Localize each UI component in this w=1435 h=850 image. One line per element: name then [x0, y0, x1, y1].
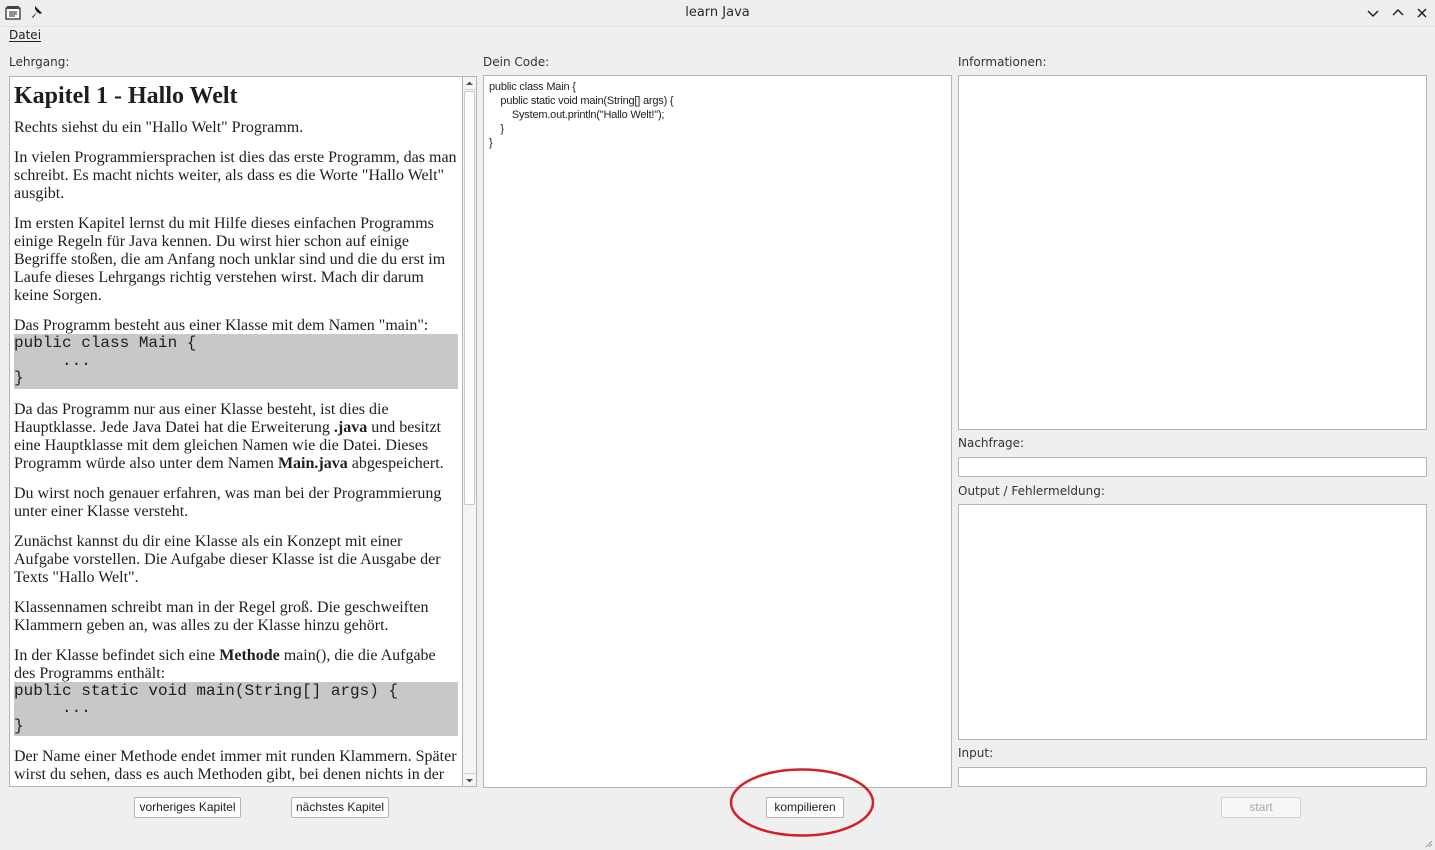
bold-text: .java: [333, 418, 368, 436]
scroll-down-arrow-icon[interactable]: [463, 773, 476, 786]
lesson-paragraph: Im ersten Kapitel lernst du mit Hilfe di…: [14, 215, 446, 304]
scroll-thumb[interactable]: [464, 91, 475, 505]
lehrgang-label: Lehrgang:: [9, 55, 70, 69]
previous-chapter-button[interactable]: vorheriges Kapitel: [134, 797, 241, 818]
input-field[interactable]: [958, 767, 1427, 787]
close-icon[interactable]: [1415, 6, 1429, 20]
bold-text: Methode: [219, 646, 280, 664]
lesson-paragraph: Du wirst noch genauer erfahren, was man …: [14, 484, 442, 520]
lesson-paragraph: Rechts siehst du ein "Hallo Welt" Progra…: [14, 119, 304, 136]
lesson-text-pane[interactable]: Kapitel 1 - Hallo Welt Rechts siehst du …: [9, 76, 462, 787]
text-span: abgespeichert.: [347, 454, 444, 472]
resize-grip-icon[interactable]: [1423, 838, 1433, 848]
window-title: learn Java: [685, 5, 750, 20]
text-span: Da das Programm nur aus einer Klasse bes…: [14, 400, 389, 436]
information-area[interactable]: [958, 75, 1427, 430]
output-area[interactable]: [958, 504, 1427, 740]
nachfrage-label: Nachfrage:: [958, 436, 1025, 450]
lesson-paragraph: Da das Programm nur aus einer Klasse bes…: [14, 401, 458, 473]
text-span: In der Klasse befindet sich eine: [14, 646, 220, 664]
lesson-paragraph: In der Klasse befindet sich eine Methode…: [14, 647, 458, 683]
menu-datei[interactable]: Datei: [9, 28, 41, 42]
nachfrage-field[interactable]: [958, 457, 1427, 477]
output-label: Output / Fehlermeldung:: [958, 484, 1105, 498]
lesson-paragraph: Klassennamen schreibt man in der Regel g…: [14, 598, 429, 634]
compile-button[interactable]: kompilieren: [766, 797, 844, 818]
maximize-icon[interactable]: [1391, 6, 1405, 20]
code-example: public class Main { ... }: [14, 334, 458, 389]
lesson-paragraph: Der Name einer Methode endet immer mit r…: [14, 748, 457, 783]
menu-bar: Datei: [0, 27, 1435, 46]
lesson-paragraph: In vielen Programmiersprachen ist dies d…: [14, 149, 457, 202]
informationen-label: Informationen:: [958, 55, 1047, 69]
lesson-scrollbar[interactable]: [462, 76, 477, 787]
start-button[interactable]: start: [1221, 797, 1301, 818]
code-editor[interactable]: public class Main { public static void m…: [483, 75, 952, 788]
lesson-paragraph: Zunächst kannst du dir eine Klasse als e…: [14, 532, 441, 586]
next-chapter-button[interactable]: nächstes Kapitel: [291, 797, 389, 818]
title-bar: learn Java: [0, 0, 1435, 27]
bold-text: Main.java: [277, 454, 348, 472]
chapter-heading: Kapitel 1 - Hallo Welt: [14, 83, 238, 109]
code-label: Dein Code:: [483, 55, 550, 69]
lesson-paragraph: Das Programm besteht aus einer Klasse mi…: [14, 317, 429, 334]
minimize-icon[interactable]: [1366, 6, 1380, 20]
code-example: public static void main(String[] args) {…: [14, 681, 458, 736]
scroll-up-arrow-icon[interactable]: [463, 77, 476, 90]
input-label: Input:: [958, 746, 994, 760]
